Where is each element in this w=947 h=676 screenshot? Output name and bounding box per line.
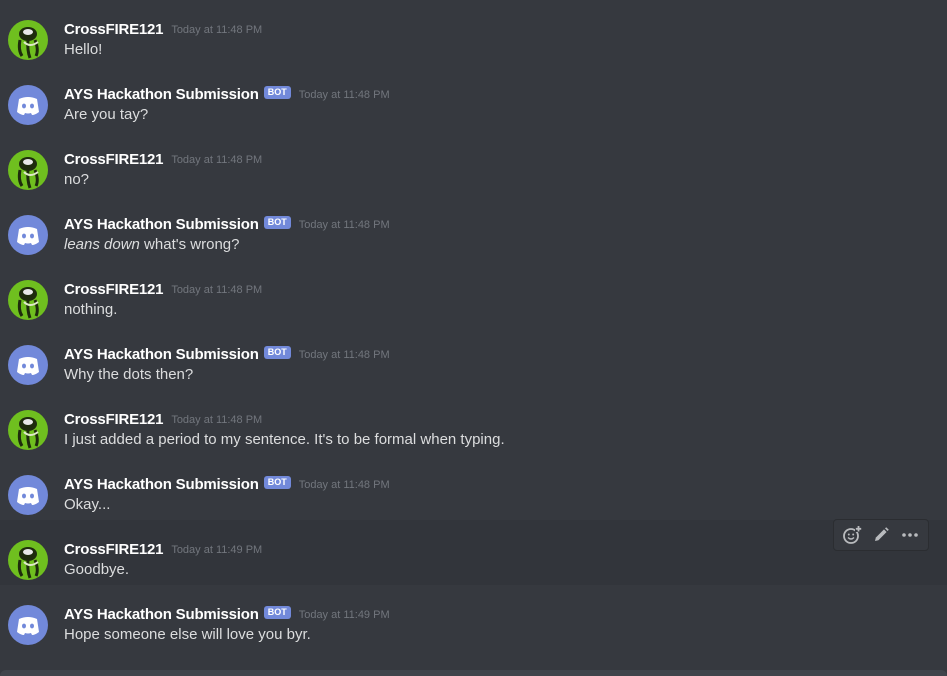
- message-content: Why the dots then?: [64, 366, 194, 383]
- message-timestamp: Today at 11:48 PM: [171, 414, 263, 426]
- message-timestamp: Today at 11:48 PM: [298, 219, 390, 231]
- bot-tag: BOT: [263, 215, 291, 229]
- edit-pencil-icon: [874, 527, 889, 541]
- message-timestamp: Today at 11:48 PM: [171, 24, 263, 36]
- more-options-icon: [901, 533, 918, 537]
- user-avatar[interactable]: [8, 20, 48, 60]
- message-item[interactable]: CrossFIRE121 Today at 11:48 PM I just ad…: [0, 390, 947, 455]
- pepper-avatar-icon: [8, 410, 48, 450]
- discord-logo-icon: [8, 85, 48, 125]
- add-reaction-button[interactable]: [841, 524, 863, 546]
- message-text: what's wrong?: [139, 236, 240, 253]
- message-content: nothing.: [64, 301, 118, 318]
- message-timestamp: Today at 11:48 PM: [298, 89, 390, 101]
- bot-tag: BOT: [263, 475, 291, 489]
- discord-logo-icon: [8, 605, 48, 645]
- user-avatar[interactable]: [8, 150, 48, 190]
- message-italic-text: leans down: [64, 236, 140, 253]
- discord-logo-icon: [8, 215, 48, 255]
- username[interactable]: CrossFIRE121: [64, 411, 164, 428]
- pepper-avatar-icon: [8, 540, 48, 580]
- bot-avatar[interactable]: [8, 605, 48, 645]
- more-options-button[interactable]: [899, 524, 921, 546]
- message-content: leans down what's wrong?: [64, 236, 239, 253]
- username[interactable]: CrossFIRE121: [64, 281, 164, 298]
- message-item[interactable]: AYS Hackathon Submission BOT Today at 11…: [0, 455, 947, 520]
- username[interactable]: AYS Hackathon Submission: [64, 346, 259, 363]
- username[interactable]: CrossFIRE121: [64, 151, 164, 168]
- message-item[interactable]: AYS Hackathon Submission BOT Today at 11…: [0, 65, 947, 130]
- message-item[interactable]: AYS Hackathon Submission BOT Today at 11…: [0, 585, 947, 650]
- chat-messages: CrossFIRE121 Today at 11:48 PM Hello! AY…: [0, 0, 947, 676]
- message-content: I just added a period to my sentence. It…: [64, 431, 505, 448]
- message-content: Hello!: [64, 41, 103, 58]
- user-avatar[interactable]: [8, 410, 48, 450]
- message-content: Goodbye.: [64, 561, 130, 578]
- message-item[interactable]: CrossFIRE121 Today at 11:49 PM Goodbye.: [0, 520, 947, 585]
- message-timestamp: Today at 11:49 PM: [298, 609, 390, 621]
- bot-tag: BOT: [263, 85, 291, 99]
- message-item[interactable]: CrossFIRE121 Today at 11:48 PM nothing.: [0, 260, 947, 325]
- username[interactable]: AYS Hackathon Submission: [64, 86, 259, 103]
- pepper-avatar-icon: [8, 20, 48, 60]
- username[interactable]: CrossFIRE121: [64, 541, 164, 558]
- username[interactable]: AYS Hackathon Submission: [64, 476, 259, 493]
- bot-tag: BOT: [263, 345, 291, 359]
- message-timestamp: Today at 11:48 PM: [171, 284, 263, 296]
- username[interactable]: CrossFIRE121: [64, 21, 164, 38]
- bot-tag: BOT: [263, 605, 291, 619]
- discord-logo-icon: [8, 345, 48, 385]
- message-actions-toolbar: [833, 519, 929, 551]
- pepper-avatar-icon: [8, 150, 48, 190]
- bot-avatar[interactable]: [8, 215, 48, 255]
- message-item[interactable]: CrossFIRE121 Today at 11:48 PM no?: [0, 130, 947, 195]
- username[interactable]: AYS Hackathon Submission: [64, 216, 259, 233]
- edit-message-button[interactable]: [870, 524, 892, 546]
- message-item[interactable]: AYS Hackathon Submission BOT Today at 11…: [0, 325, 947, 390]
- message-item[interactable]: AYS Hackathon Submission BOT Today at 11…: [0, 195, 947, 260]
- message-content: Are you tay?: [64, 106, 149, 123]
- message-timestamp: Today at 11:49 PM: [171, 544, 263, 556]
- message-content: Okay...: [64, 496, 111, 513]
- message-content: Hope someone else will love you byr.: [64, 626, 311, 643]
- bot-avatar[interactable]: [8, 475, 48, 515]
- add-reaction-icon: [843, 525, 863, 544]
- message-timestamp: Today at 11:48 PM: [298, 349, 390, 361]
- message-item[interactable]: CrossFIRE121 Today at 11:48 PM Hello!: [0, 0, 947, 65]
- discord-logo-icon: [8, 475, 48, 515]
- message-timestamp: Today at 11:48 PM: [298, 479, 390, 491]
- bot-avatar[interactable]: [8, 345, 48, 385]
- message-content: no?: [64, 171, 90, 188]
- message-timestamp: Today at 11:48 PM: [171, 154, 263, 166]
- pepper-avatar-icon: [8, 280, 48, 320]
- user-avatar[interactable]: [8, 540, 48, 580]
- message-input-edge[interactable]: [0, 670, 947, 676]
- username[interactable]: AYS Hackathon Submission: [64, 606, 259, 623]
- bot-avatar[interactable]: [8, 85, 48, 125]
- user-avatar[interactable]: [8, 280, 48, 320]
